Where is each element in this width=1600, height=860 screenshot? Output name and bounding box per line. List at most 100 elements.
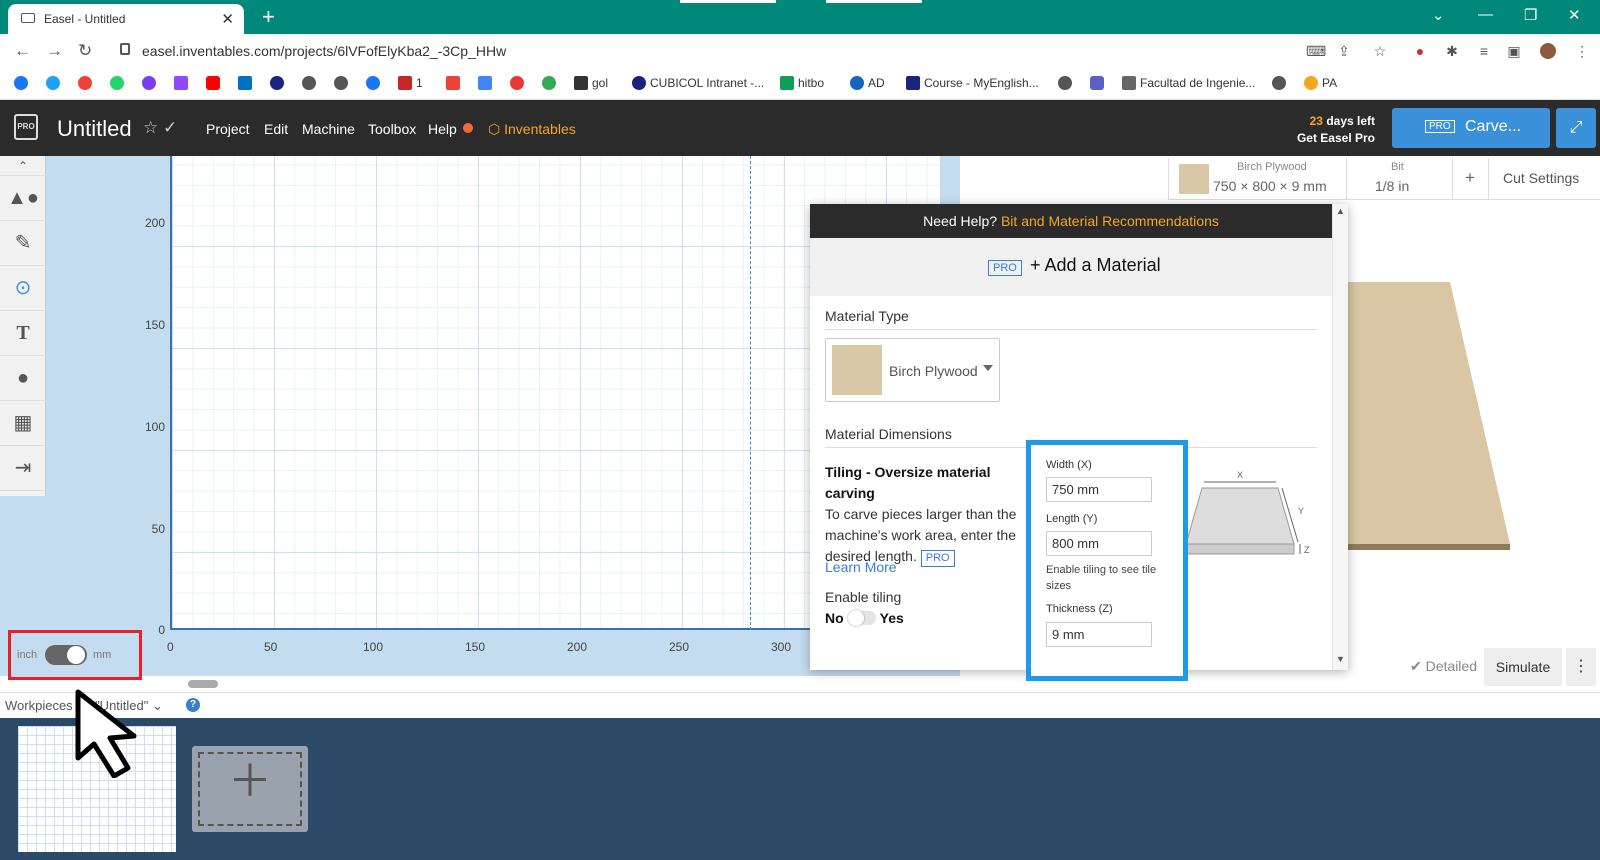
globe-icon[interactable] [334, 76, 348, 90]
back-icon[interactable]: ← [14, 41, 31, 61]
facebook-icon[interactable] [14, 76, 28, 90]
side-panel-icon[interactable]: ▣ [1506, 43, 1522, 59]
translate-icon[interactable] [478, 76, 492, 90]
material-type-select[interactable]: Birch Plywood [825, 338, 1000, 402]
thickness-input[interactable]: 9 mm [1046, 622, 1152, 647]
messenger-icon[interactable] [142, 76, 156, 90]
bookmark-item[interactable]: gol [574, 76, 608, 92]
twitch-icon[interactable] [174, 76, 188, 90]
collapse-chevron-icon[interactable]: ⌃ [0, 156, 46, 176]
cubicol-icon [632, 76, 646, 90]
play-icon[interactable] [510, 76, 524, 90]
fullscreen-icon[interactable]: ⤢ [1556, 108, 1596, 148]
material-name: Birch Plywood [1237, 161, 1307, 173]
diagram-z-label: Z [1304, 545, 1310, 555]
more-options-icon[interactable]: ⋮ [1566, 648, 1596, 686]
material-button[interactable]: Birch Plywood 750 × 800 × 9 mm [1168, 158, 1346, 200]
add-bit-button[interactable]: + [1452, 158, 1488, 200]
url-field[interactable]: easel.inventables.com/projects/6lVFofEly… [110, 38, 1380, 64]
learn-more-link[interactable]: Learn More [825, 559, 897, 575]
shapes-icon[interactable]: ▲● [0, 176, 46, 221]
monitor-icon [21, 13, 35, 23]
facebook-icon[interactable] [366, 76, 380, 90]
bookmark-item[interactable]: 1 [398, 76, 423, 92]
bookmark-item[interactable]: Course - MyEnglish... [906, 76, 1039, 92]
university-icon[interactable] [270, 76, 284, 90]
horizontal-scrollbar[interactable] [188, 680, 218, 688]
apps-box-icon[interactable]: ▦ [0, 401, 46, 446]
share-icon[interactable]: ⇪ [1336, 43, 1352, 59]
teams-icon[interactable] [1090, 76, 1104, 90]
length-input[interactable]: 800 mm [1046, 531, 1152, 556]
gmail-icon[interactable] [446, 76, 460, 90]
help-icon[interactable]: ? [186, 698, 200, 712]
whatsapp-icon[interactable] [110, 76, 124, 90]
import-icon[interactable]: ⇥ [0, 446, 46, 491]
recommendations-link[interactable]: Bit and Material Recommendations [1001, 213, 1219, 229]
favorite-star-icon[interactable]: ☆ ✓ [143, 118, 177, 138]
text-icon[interactable]: T [0, 311, 46, 356]
globe-icon[interactable] [302, 76, 316, 90]
bookmark-item[interactable]: CUBICOL Intranet -... [632, 76, 764, 92]
inventables-link[interactable]: ⬡ Inventables [488, 121, 576, 138]
minimize-icon[interactable]: — [1478, 6, 1493, 23]
reload-icon[interactable]: ↻ [78, 41, 92, 61]
menu-toolbox[interactable]: Toolbox [368, 121, 416, 137]
easel-pro-logo[interactable]: PRO [14, 114, 38, 140]
forward-icon[interactable]: → [46, 41, 63, 61]
bookmark-star-icon[interactable]: ☆ [1372, 43, 1388, 59]
globe-icon[interactable] [1058, 76, 1072, 90]
bookmark-item[interactable]: hitbo [780, 76, 824, 92]
extension-badge-icon[interactable]: ● [1412, 43, 1428, 59]
simulate-button[interactable]: Simulate [1484, 648, 1562, 686]
point-icon[interactable]: ⊙ [0, 266, 46, 311]
media-queue-icon[interactable]: ≡ [1476, 43, 1492, 59]
google-icon[interactable] [78, 76, 92, 90]
scroll-down-icon[interactable]: ▼ [1336, 654, 1345, 664]
notification-dot [463, 123, 473, 133]
new-tab-button[interactable]: + [262, 4, 275, 30]
browser-tab[interactable]: Easel - Untitled ✕ [8, 4, 244, 34]
profile-avatar[interactable] [1540, 43, 1556, 59]
tiling-switch[interactable] [847, 610, 876, 626]
globe-icon[interactable] [1272, 76, 1286, 90]
bookmark-item[interactable]: AD [850, 76, 885, 92]
close-window-icon[interactable]: ✕ [1568, 6, 1581, 24]
close-tab-icon[interactable]: ✕ [221, 10, 234, 28]
menu-machine[interactable]: Machine [302, 121, 355, 137]
menu-edit[interactable]: Edit [264, 121, 288, 137]
add-material-header[interactable]: PRO + Add a Material [810, 238, 1332, 296]
get-easel-pro-link[interactable]: Get Easel Pro [1295, 131, 1375, 145]
game-icon [398, 76, 412, 90]
diagram-x-label: X [1237, 470, 1243, 480]
tiling-toggle[interactable]: No Yes [825, 610, 904, 626]
detailed-toggle[interactable]: ✔ Detailed [1410, 658, 1477, 675]
scroll-up-icon[interactable]: ▲ [1336, 206, 1345, 216]
apple-icon[interactable]: ● [0, 356, 46, 401]
youtube-icon[interactable] [206, 76, 220, 90]
translate-icon[interactable]: ⌨ [1306, 43, 1326, 59]
bookmark-item[interactable]: Facultad de Ingenie... [1122, 76, 1255, 92]
project-title[interactable]: Untitled [57, 116, 132, 142]
restore-icon[interactable]: ❐ [1524, 6, 1537, 24]
bookmark-item[interactable]: PA [1304, 76, 1337, 92]
modal-scrollbar[interactable]: ▲ ▼ [1332, 204, 1348, 670]
outlook-icon[interactable] [238, 76, 252, 90]
tab-search-icon[interactable]: ⌄ [1432, 6, 1445, 24]
width-input[interactable]: 750 mm [1046, 477, 1152, 502]
bit-button[interactable]: Bit 1/8 in [1346, 158, 1452, 200]
carve-button[interactable]: PRO Carve... [1392, 108, 1550, 148]
maps-icon[interactable] [542, 76, 556, 90]
menu-help[interactable]: Help [428, 121, 457, 137]
cut-settings-button[interactable]: Cut Settings [1488, 158, 1600, 200]
extensions-puzzle-icon[interactable]: ✱ [1444, 43, 1460, 59]
twitter-icon[interactable] [46, 76, 60, 90]
add-workpiece-button[interactable]: ＋ [192, 746, 308, 832]
menu-project[interactable]: Project [206, 121, 250, 137]
y-axis-tick: 100 [144, 420, 165, 434]
work-area-boundary [750, 156, 751, 630]
unit-switch[interactable] [45, 645, 87, 665]
unit-toggle[interactable]: inch mm [8, 630, 142, 680]
browser-menu-icon[interactable]: ⋮ [1574, 43, 1590, 59]
pen-icon[interactable]: ✎ [0, 221, 46, 266]
